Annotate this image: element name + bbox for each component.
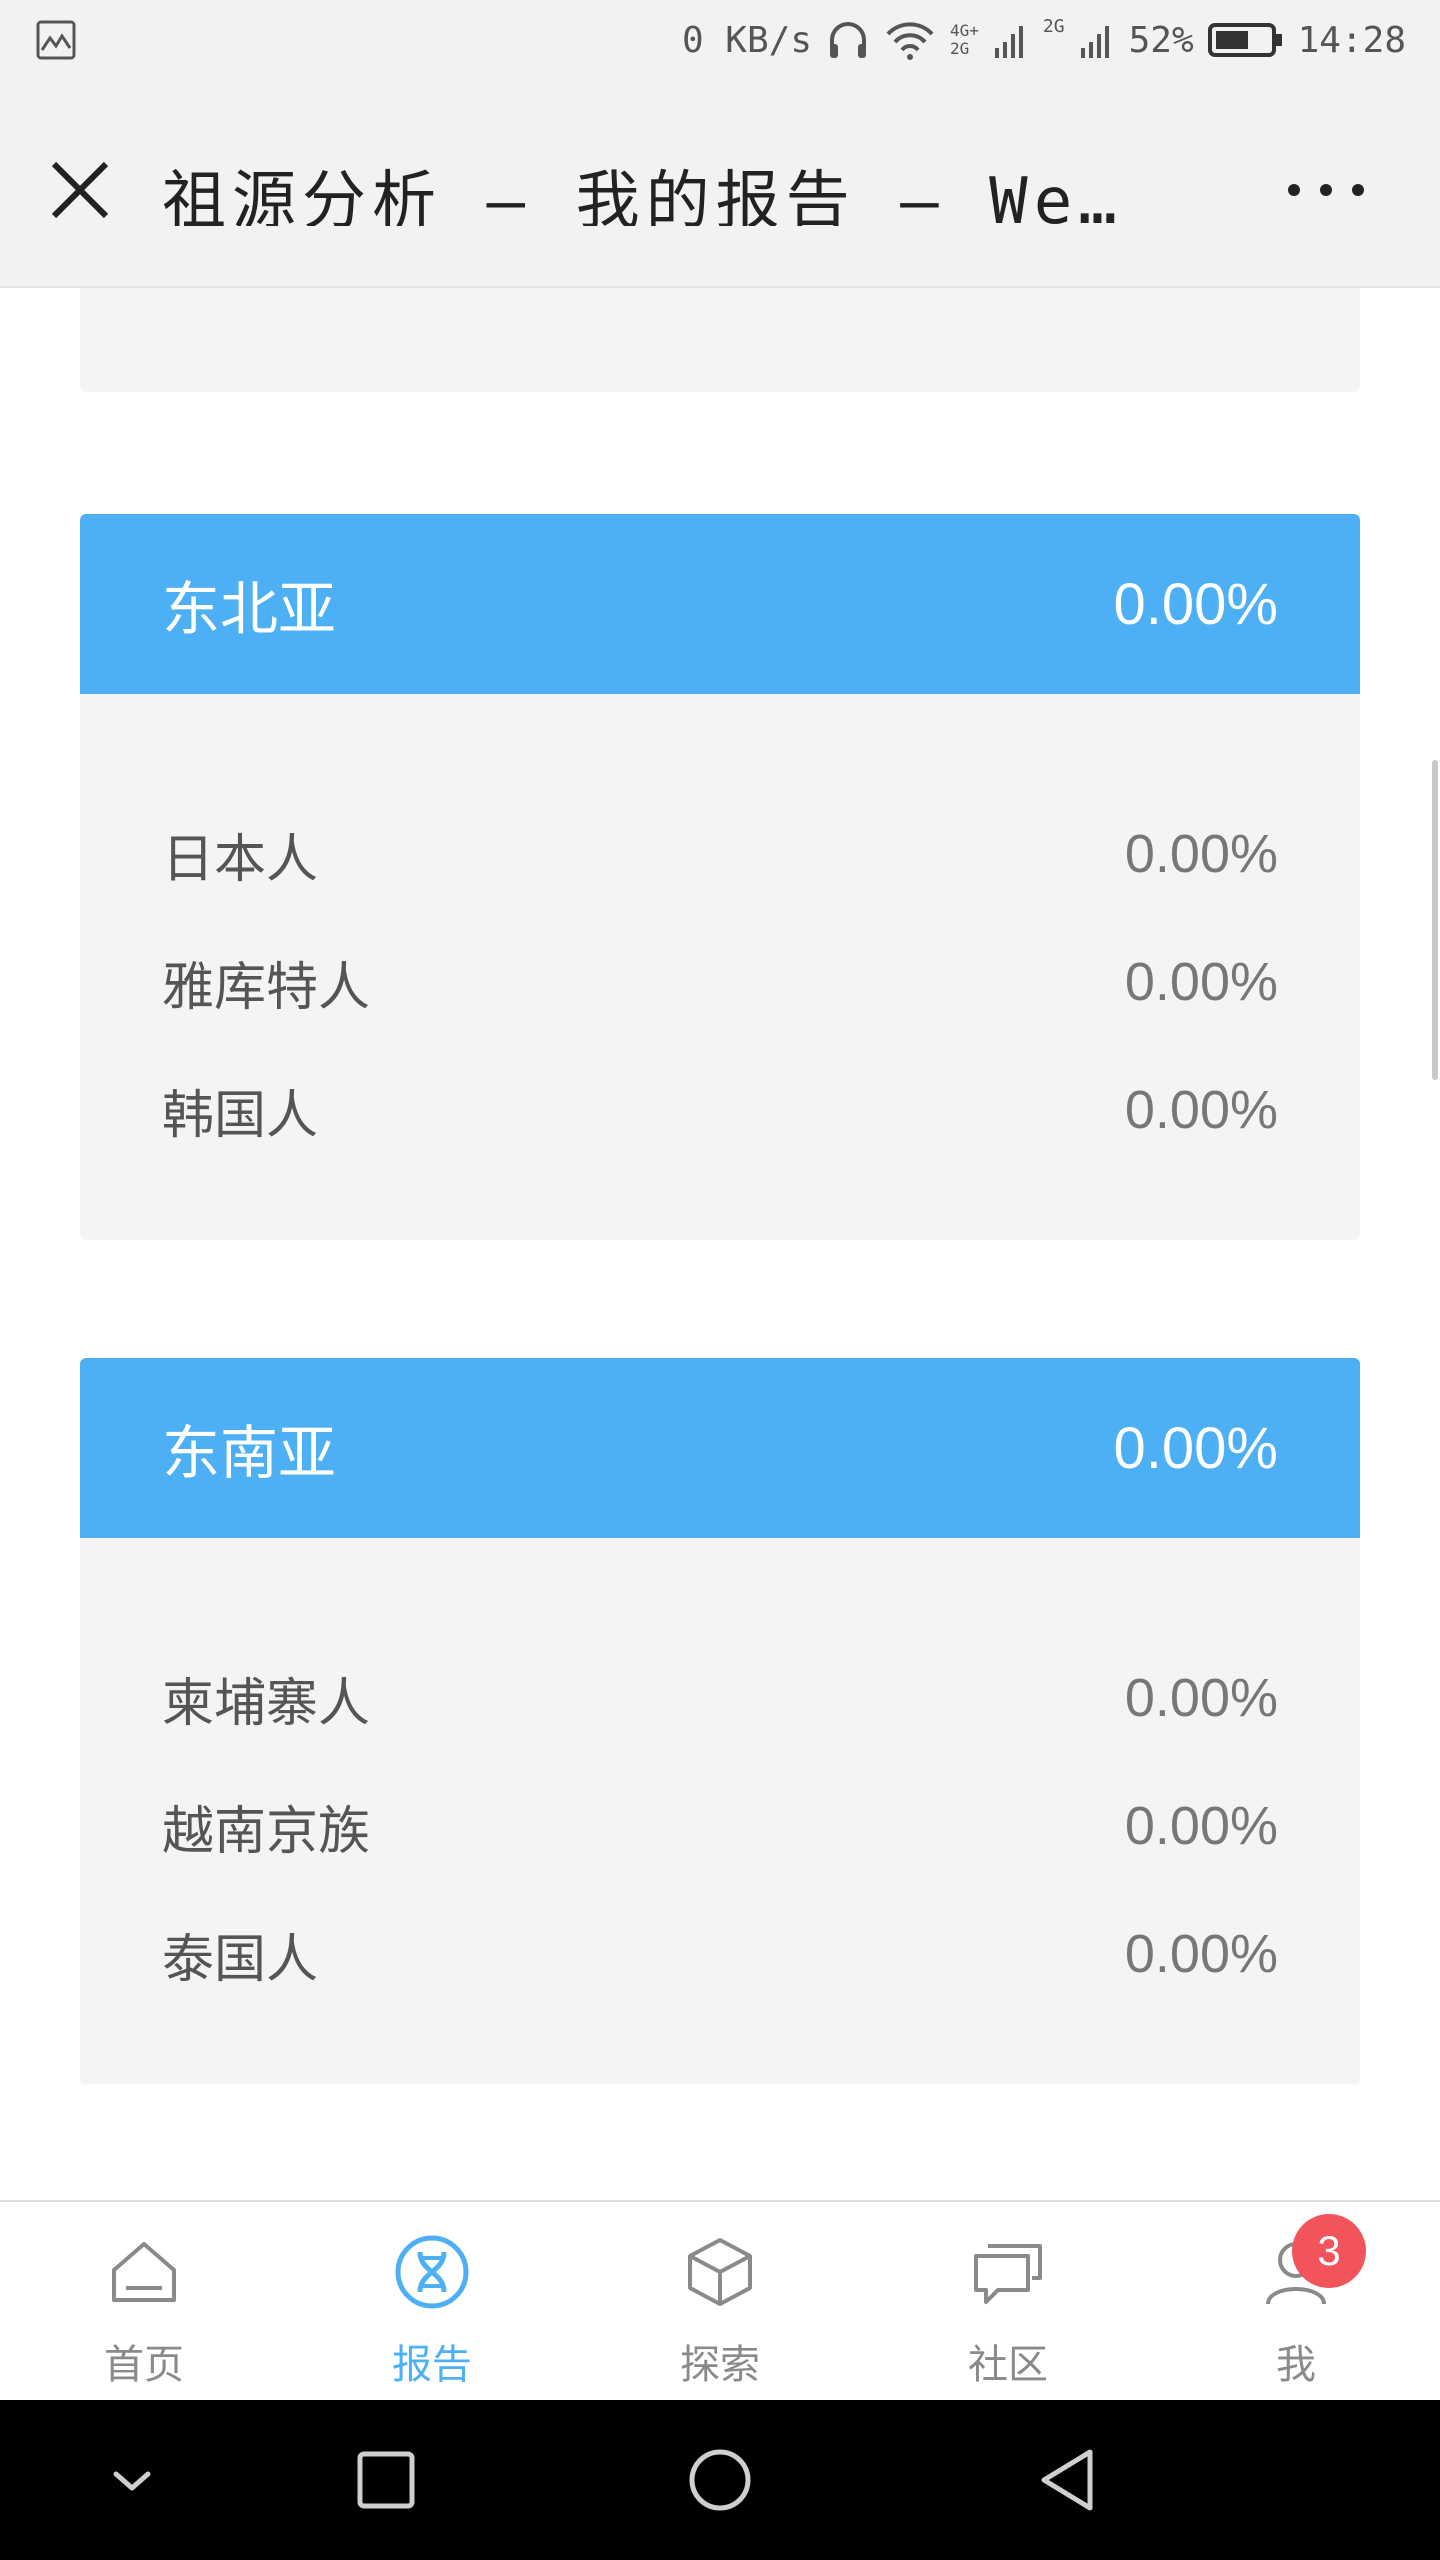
close-icon[interactable] bbox=[48, 158, 112, 222]
headphones-icon bbox=[830, 22, 866, 58]
cube-icon bbox=[688, 2238, 752, 2306]
notification-badge: 3 bbox=[1292, 2214, 1366, 2288]
population-row: 雅库特人 0.00% bbox=[162, 918, 1278, 1046]
back-icon[interactable] bbox=[1030, 2440, 1110, 2520]
population-name: 日本人 bbox=[162, 829, 319, 890]
region-percent: 0.00% bbox=[1113, 1415, 1278, 1481]
population-percent: 0.00% bbox=[1124, 1796, 1278, 1856]
region-name: 东南亚 bbox=[162, 1419, 337, 1487]
page-title: 祖源分析 — 我的报告 — We… bbox=[162, 165, 1123, 226]
nav-label: 首页 bbox=[104, 2342, 184, 2388]
region-card-northeast-asia: 东北亚 0.00% 日本人 0.00% 雅库特人 0.00% 韩国人 0.00% bbox=[80, 514, 1360, 1240]
nav-item-report[interactable]: 报告 bbox=[288, 2202, 576, 2400]
chat-icon bbox=[974, 2244, 1042, 2304]
region-header[interactable]: 东北亚 0.00% bbox=[80, 514, 1360, 694]
nav-label: 社区 bbox=[968, 2342, 1048, 2388]
gallery-icon bbox=[36, 20, 76, 60]
battery-icon bbox=[1207, 23, 1282, 57]
population-percent: 0.00% bbox=[1124, 824, 1278, 884]
title-bar: 祖源分析 — 我的报告 — We… bbox=[0, 80, 1440, 288]
home-icon bbox=[112, 2242, 176, 2302]
network-speed: 0 KB/s bbox=[681, 19, 812, 61]
network-type-2: 2G bbox=[1042, 16, 1065, 37]
population-name: 韩国人 bbox=[162, 1085, 319, 1146]
region-percent: 0.00% bbox=[1113, 571, 1278, 637]
population-row: 柬埔寨人 0.00% bbox=[162, 1634, 1278, 1762]
nav-item-home[interactable]: 首页 bbox=[0, 2202, 288, 2400]
network-type-dual: 4G+ 2G bbox=[950, 21, 979, 58]
nav-label: 我 bbox=[1276, 2342, 1316, 2388]
region-card-southeast-asia: 东南亚 0.00% 柬埔寨人 0.00% 越南京族 0.00% 泰国人 0.00… bbox=[80, 1358, 1360, 2084]
nav-label: 探索 bbox=[680, 2342, 760, 2388]
more-icon[interactable] bbox=[1282, 170, 1370, 210]
region-header[interactable]: 东南亚 0.00% bbox=[80, 1358, 1360, 1538]
population-row: 越南京族 0.00% bbox=[162, 1762, 1278, 1890]
nav-item-community[interactable]: 社区 bbox=[864, 2202, 1152, 2400]
dna-icon bbox=[395, 2235, 469, 2309]
wifi-icon bbox=[886, 22, 934, 60]
clock: 14:28 bbox=[1297, 19, 1406, 61]
population-row: 日本人 0.00% bbox=[162, 790, 1278, 918]
home-button-icon[interactable] bbox=[680, 2440, 760, 2520]
battery-percent: 52% bbox=[1128, 19, 1194, 61]
population-name: 柬埔寨人 bbox=[162, 1673, 371, 1734]
population-name: 雅库特人 bbox=[162, 957, 371, 1018]
population-name: 泰国人 bbox=[162, 1929, 319, 1990]
population-percent: 0.00% bbox=[1124, 1080, 1278, 1140]
region-name: 东北亚 bbox=[162, 575, 337, 643]
system-nav-bar bbox=[0, 2400, 1440, 2560]
population-percent: 0.00% bbox=[1124, 1668, 1278, 1728]
nav-item-explore[interactable]: 探索 bbox=[576, 2202, 864, 2400]
scrollbar-thumb[interactable] bbox=[1432, 760, 1438, 1080]
signal-icon-2 bbox=[1080, 26, 1109, 58]
status-bar: 0 KB/s 4G+ 2G 2G 52% 14:28 bbox=[0, 0, 1440, 80]
signal-icon bbox=[994, 26, 1023, 58]
recent-apps-icon[interactable] bbox=[346, 2440, 426, 2520]
population-percent: 0.00% bbox=[1124, 952, 1278, 1012]
report-content[interactable]: 东北亚 0.00% 日本人 0.00% 雅库特人 0.00% 韩国人 0.00%… bbox=[0, 288, 1440, 2202]
population-name: 越南京族 bbox=[162, 1801, 371, 1862]
nav-label: 报告 bbox=[392, 2342, 472, 2388]
population-row: 韩国人 0.00% bbox=[162, 1046, 1278, 1174]
chevron-down-icon[interactable] bbox=[92, 2440, 172, 2520]
previous-region-card bbox=[80, 288, 1360, 392]
population-percent: 0.00% bbox=[1124, 1924, 1278, 1984]
population-row: 泰国人 0.00% bbox=[162, 1890, 1278, 2018]
bottom-nav: 首页 报告 探索 社区 我 bbox=[0, 2200, 1440, 2400]
